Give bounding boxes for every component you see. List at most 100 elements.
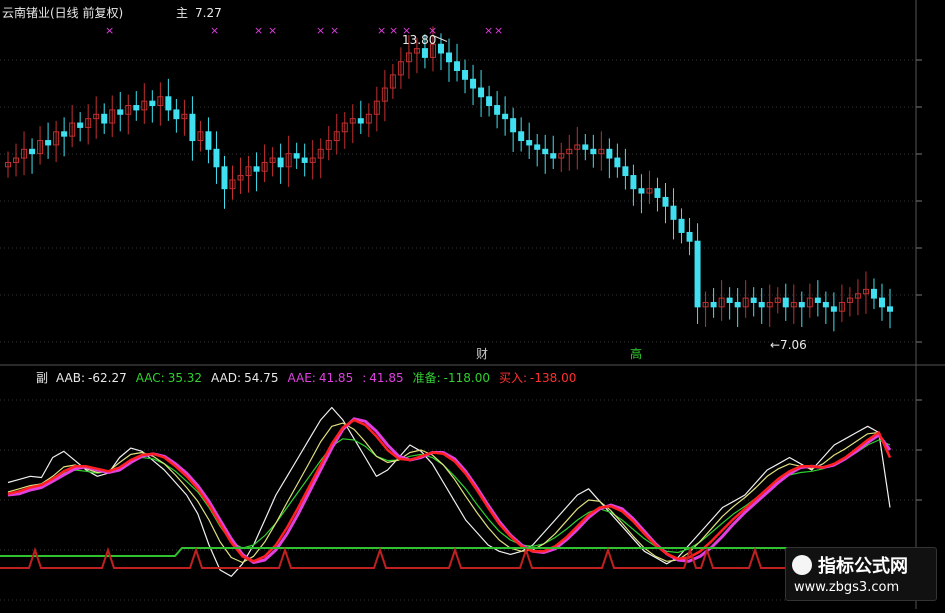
watermark: 指标公式网 www.zbgs3.com: [785, 547, 937, 601]
candle-body: [822, 301, 829, 308]
candle-body: [638, 188, 645, 194]
indicator-legend-item: AAD:: [211, 371, 242, 385]
candle-body: [870, 288, 877, 299]
indicator-legend-value: 41.85: [318, 371, 354, 385]
candle-body: [686, 231, 693, 242]
candle-body: [510, 118, 517, 133]
candle-body: [542, 148, 549, 155]
signal-lines: [0, 546, 916, 569]
candle-body: [670, 205, 677, 220]
indicator-legend-item: AAE:: [287, 371, 316, 385]
indicator-series: [7, 406, 892, 577]
candle-body: [486, 96, 493, 107]
candle-body: [213, 148, 220, 168]
indicator-line: [7, 406, 891, 577]
candle-body: [782, 297, 789, 308]
candle-body: [662, 196, 669, 207]
indicator-legend-value: 54.75: [244, 371, 279, 385]
candle-body: [478, 87, 485, 98]
trade-marker-icon: ×: [484, 24, 493, 37]
candle-body: [205, 131, 212, 150]
candle-body: [614, 157, 621, 168]
candle-body: [357, 118, 364, 124]
indicator-legend: AAB: -62.27 AAC: 35.32 AAD: 54.75 AAE: 41.85:41…: [56, 371, 585, 385]
signal-green-line: [0, 547, 916, 557]
candle-body: [462, 70, 469, 80]
indicator-legend-item: 准备:: [412, 371, 441, 385]
candle-body: [437, 43, 444, 54]
candle-body: [526, 140, 533, 146]
candle-body: [173, 109, 180, 120]
trade-marker-icon: ×: [316, 24, 325, 37]
indicator-legend-item: AAC:: [135, 371, 165, 385]
event-marker-right: 高: [630, 347, 643, 361]
indicator-legend-value: -118.00: [443, 371, 490, 385]
candle-body: [189, 113, 196, 142]
price-label: 主: [176, 6, 189, 20]
indicator-legend-item: AAB:: [56, 371, 86, 385]
trade-markers: × × × × × × × × × × × ×: [105, 24, 503, 37]
high-annotation: 13.80: [402, 33, 437, 47]
watermark-logo-icon: [792, 555, 812, 575]
candle-body: [830, 306, 837, 312]
candle-body: [293, 153, 300, 159]
candlestick-series: [5, 26, 893, 332]
candle-body: [590, 148, 597, 155]
low-annotation: ←7.06: [770, 338, 807, 352]
candle-body: [117, 109, 124, 115]
candle-body: [798, 301, 805, 308]
candle-body: [221, 166, 228, 190]
candle-body: [878, 297, 885, 308]
candle-body: [654, 188, 661, 198]
indicator-legend-value: -62.27: [88, 371, 127, 385]
candle-body: [470, 78, 477, 89]
candle-body: [29, 148, 36, 155]
candle-body: [101, 113, 108, 124]
candle-body: [518, 131, 525, 142]
candle-body: [710, 301, 717, 308]
candle-body: [494, 105, 501, 115]
indicator-prefix: 副: [36, 371, 49, 385]
candle-body: [301, 157, 308, 163]
candle-body: [887, 306, 893, 312]
trade-marker-icon: ×: [254, 24, 263, 37]
event-marker-left: 财: [476, 347, 489, 361]
signal-red-line: [0, 546, 916, 569]
candle-body: [165, 96, 172, 111]
candle-body: [253, 166, 260, 172]
candle-body: [149, 100, 156, 107]
trade-marker-icon: ×: [210, 24, 219, 37]
stock-chart: × × × × × × × × × × × × 云南锗业(日线 前复权) 主 7.27 13.80 ←…: [0, 0, 945, 609]
chart-canvas: × × × × × × × × × × × ×: [0, 0, 945, 609]
price-value: 7.27: [195, 6, 222, 20]
trade-marker-icon: ×: [377, 24, 386, 37]
candle-body: [534, 144, 541, 150]
candle-body: [45, 140, 52, 146]
candle-body: [502, 113, 509, 120]
candle-body: [758, 301, 765, 308]
trade-marker-icon: ×: [330, 24, 339, 37]
indicator-line: [7, 417, 892, 564]
candle-body: [630, 175, 637, 190]
candle-body: [454, 61, 461, 72]
indicator-line: [7, 418, 892, 563]
candle-body: [678, 218, 685, 233]
indicator-legend-value: 35.32: [167, 371, 203, 385]
indicator-legend-value: 41.85: [369, 371, 404, 385]
trade-marker-icon: ×: [105, 24, 114, 37]
trade-marker-icon: ×: [268, 24, 277, 37]
candle-body: [814, 297, 821, 303]
candle-body: [622, 166, 629, 177]
candle-body: [734, 301, 741, 308]
candle-body: [277, 157, 284, 168]
watermark-url: www.zbgs3.com: [794, 580, 900, 595]
watermark-name: 指标公式网: [818, 556, 908, 577]
trade-marker-icon: ×: [494, 24, 503, 37]
indicator-legend-value: -138.00: [530, 371, 577, 385]
candle-body: [61, 131, 68, 137]
candle-body: [77, 122, 84, 128]
candle-body: [421, 48, 428, 58]
trade-marker-icon: ×: [389, 24, 398, 37]
indicator-legend-item: 买入:: [498, 371, 528, 385]
candle-body: [606, 148, 613, 159]
